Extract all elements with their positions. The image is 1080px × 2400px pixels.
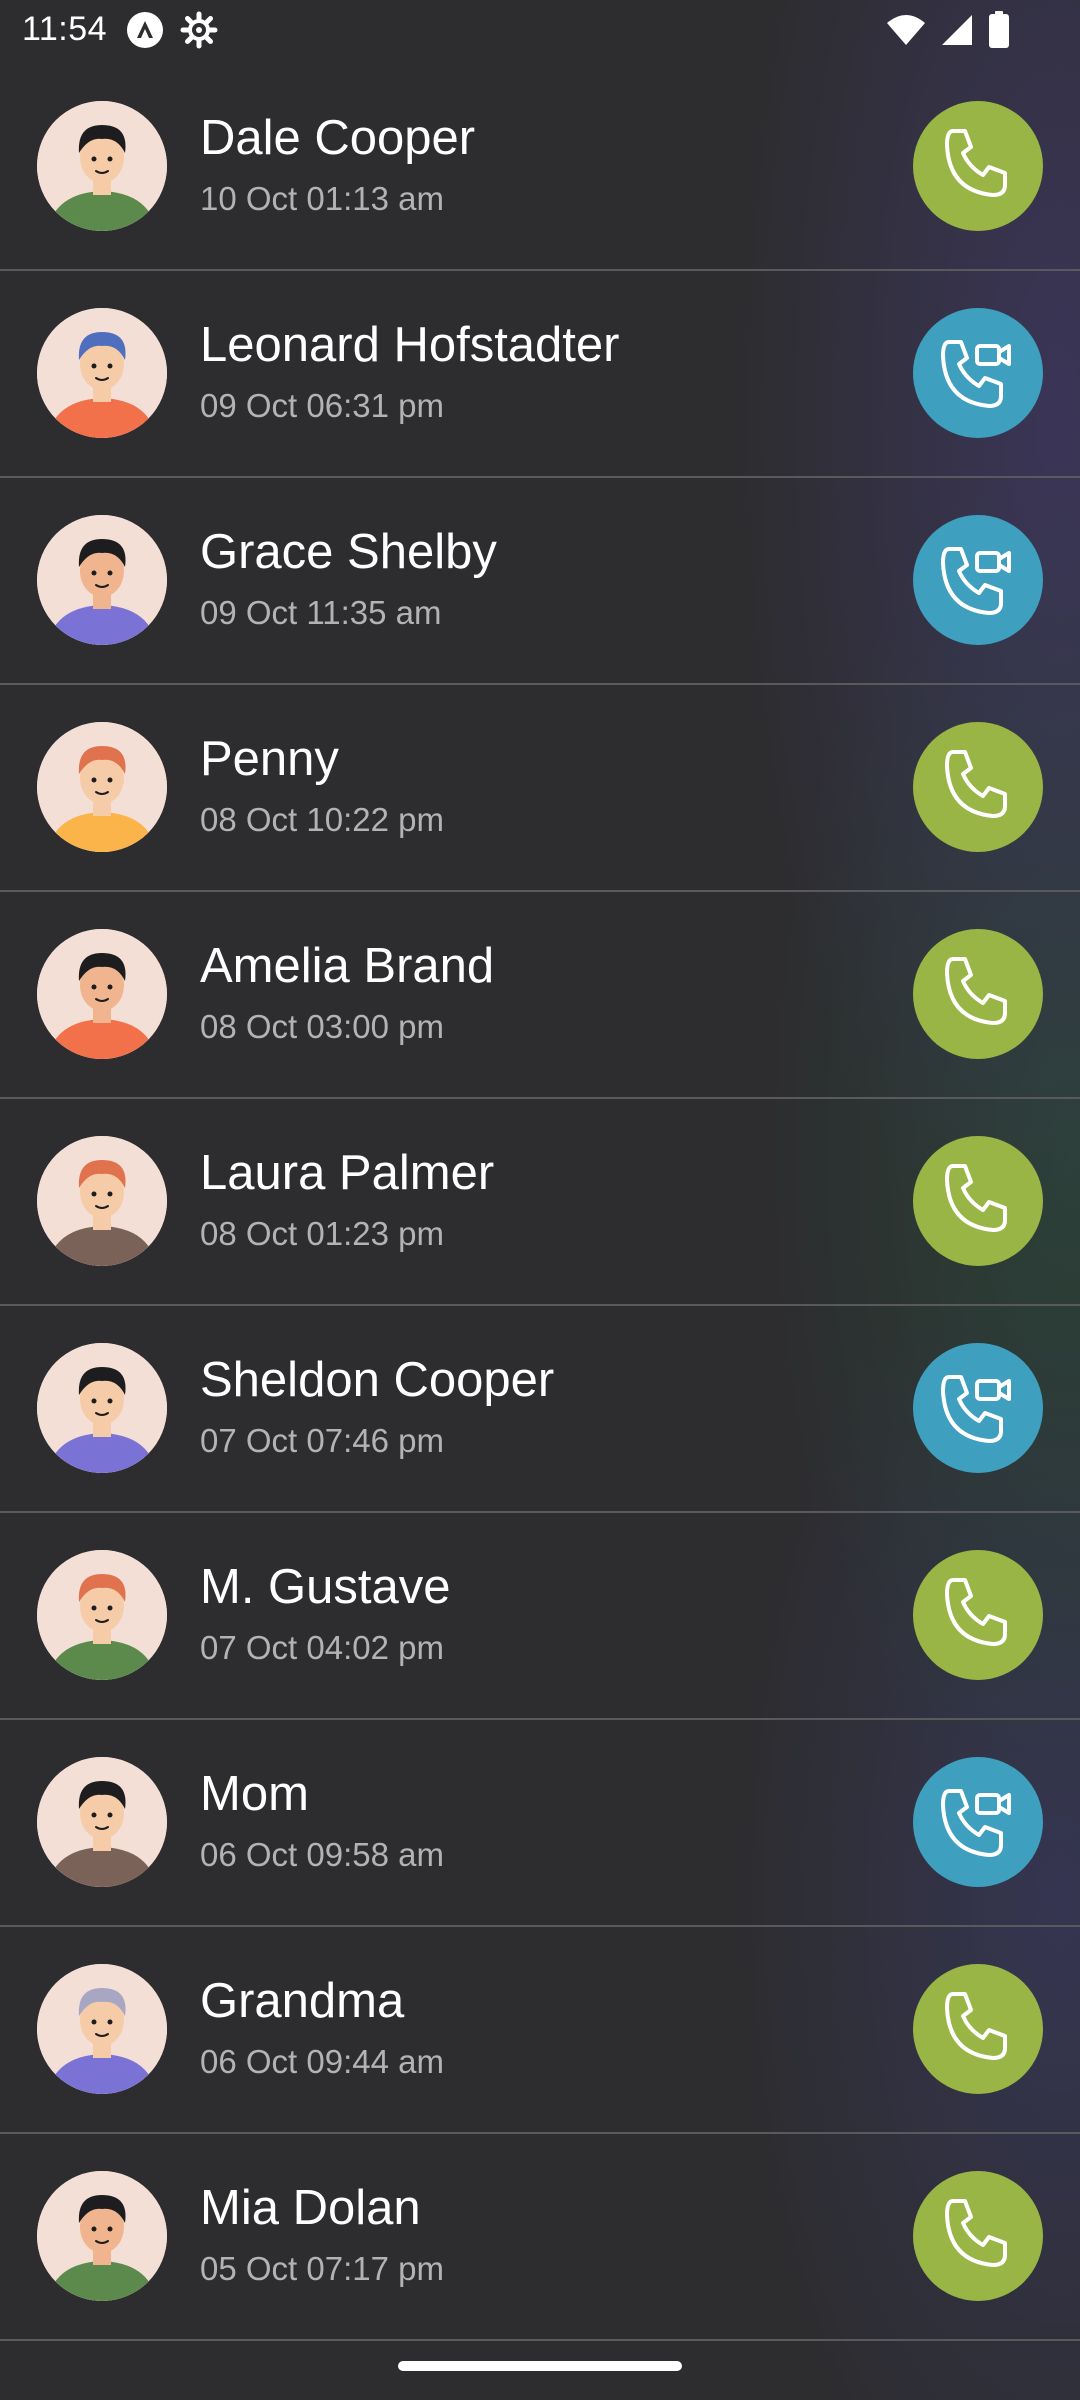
call-row[interactable]: Mia Dolan 05 Oct 07:17 pm	[0, 2134, 1080, 2341]
battery-icon	[988, 10, 1010, 54]
contact-name: Grandma	[200, 1974, 405, 2028]
call-timestamp: 08 Oct 03:00 pm	[200, 1008, 444, 1045]
audio-call-button[interactable]	[913, 101, 1043, 231]
audio-call-button[interactable]	[913, 1964, 1043, 2094]
call-row[interactable]: Amelia Brand 08 Oct 03:00 pm	[0, 892, 1080, 1099]
video-call-icon	[913, 515, 1043, 645]
audio-call-button[interactable]	[913, 929, 1043, 1059]
call-row[interactable]: Laura Palmer 08 Oct 01:23 pm	[0, 1099, 1080, 1306]
call-row[interactable]: Leonard Hofstadter 09 Oct 06:31 pm	[0, 271, 1080, 478]
settings-gear-icon	[180, 11, 218, 54]
contact-name: Sheldon Cooper	[200, 1353, 555, 1407]
contact-name: Penny	[200, 732, 339, 786]
video-call-icon	[913, 1343, 1043, 1473]
call-timestamp: 07 Oct 07:46 pm	[200, 1422, 444, 1459]
call-timestamp: 08 Oct 10:22 pm	[200, 801, 444, 838]
cellular-signal-icon	[940, 13, 974, 52]
android-auto-icon	[126, 11, 164, 54]
audio-call-button[interactable]	[913, 1550, 1043, 1680]
call-row[interactable]: Grace Shelby 09 Oct 11:35 am	[0, 478, 1080, 685]
status-bar: 11:54	[0, 0, 1080, 64]
phone-icon	[913, 101, 1043, 231]
contact-name: Laura Palmer	[200, 1146, 495, 1200]
status-time: 11:54	[22, 10, 108, 48]
contact-avatar	[37, 1136, 167, 1266]
contact-name: Mia Dolan	[200, 2181, 421, 2235]
contact-name: M. Gustave	[200, 1560, 451, 1614]
call-timestamp: 06 Oct 09:58 am	[200, 1836, 444, 1873]
call-row[interactable]: Mom 06 Oct 09:58 am	[0, 1720, 1080, 1927]
call-timestamp: 08 Oct 01:23 pm	[200, 1215, 444, 1252]
contact-avatar	[37, 515, 167, 645]
video-call-button[interactable]	[913, 1757, 1043, 1887]
phone-icon	[913, 2171, 1043, 2301]
call-row[interactable]: Dale Cooper 10 Oct 01:13 am	[0, 64, 1080, 271]
phone-icon	[913, 1550, 1043, 1680]
contact-name: Dale Cooper	[200, 111, 476, 165]
video-call-icon	[913, 308, 1043, 438]
call-timestamp: 09 Oct 06:31 pm	[200, 387, 444, 424]
contact-name: Leonard Hofstadter	[200, 318, 620, 372]
video-call-button[interactable]	[913, 515, 1043, 645]
video-call-button[interactable]	[913, 308, 1043, 438]
call-timestamp: 06 Oct 09:44 am	[200, 2043, 444, 2080]
home-indicator[interactable]	[398, 2361, 682, 2371]
status-left-icons	[126, 11, 218, 54]
video-call-icon	[913, 1757, 1043, 1887]
contact-avatar	[37, 1343, 167, 1473]
status-right-icons	[886, 10, 1010, 54]
phone-icon	[913, 722, 1043, 852]
call-row[interactable]: Grandma 06 Oct 09:44 am	[0, 1927, 1080, 2134]
audio-call-button[interactable]	[913, 722, 1043, 852]
call-row[interactable]: M. Gustave 07 Oct 04:02 pm	[0, 1513, 1080, 1720]
video-call-button[interactable]	[913, 1343, 1043, 1473]
phone-icon	[913, 1964, 1043, 2094]
call-timestamp: 07 Oct 04:02 pm	[200, 1629, 444, 1666]
contact-avatar	[37, 1757, 167, 1887]
contact-avatar	[37, 722, 167, 852]
phone-icon	[913, 1136, 1043, 1266]
call-row[interactable]: Penny 08 Oct 10:22 pm	[0, 685, 1080, 892]
contact-avatar	[37, 1550, 167, 1680]
call-timestamp: 10 Oct 01:13 am	[200, 180, 444, 217]
audio-call-button[interactable]	[913, 2171, 1043, 2301]
call-row[interactable]: Sheldon Cooper 07 Oct 07:46 pm	[0, 1306, 1080, 1513]
contact-name: Mom	[200, 1767, 309, 1821]
contact-avatar	[37, 1964, 167, 2094]
phone-icon	[913, 929, 1043, 1059]
call-timestamp: 09 Oct 11:35 am	[200, 594, 442, 631]
contact-avatar	[37, 929, 167, 1059]
contact-name: Amelia Brand	[200, 939, 495, 993]
call-history-list: Dale Cooper 10 Oct 01:13 am Leonard Hofst…	[0, 64, 1080, 2341]
contact-avatar	[37, 308, 167, 438]
contact-avatar	[37, 2171, 167, 2301]
audio-call-button[interactable]	[913, 1136, 1043, 1266]
call-timestamp: 05 Oct 07:17 pm	[200, 2250, 444, 2287]
contact-avatar	[37, 101, 167, 231]
wifi-icon	[886, 13, 926, 52]
contact-name: Grace Shelby	[200, 525, 497, 579]
